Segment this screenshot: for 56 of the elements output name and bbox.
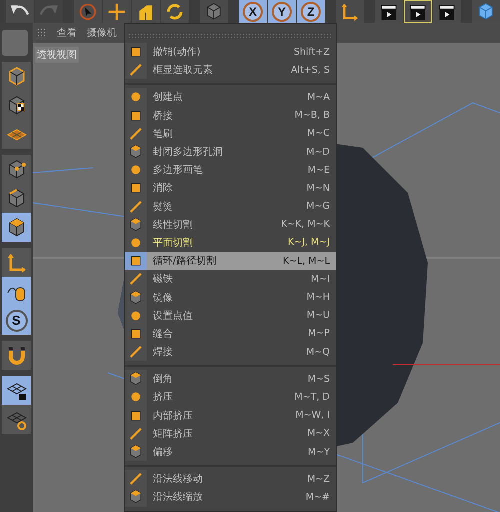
menu-item[interactable]: 偏移 M~Y bbox=[125, 442, 336, 462]
axis-icon bbox=[340, 2, 360, 22]
menu-item[interactable]: 循环/路径切割 K~L, M~L bbox=[125, 252, 336, 270]
cube-icon bbox=[204, 2, 224, 22]
rotate-icon bbox=[165, 2, 185, 22]
menu-item[interactable]: 创建点 M~A bbox=[125, 88, 336, 107]
menu-item[interactable]: 封闭多边形孔洞 M~D bbox=[125, 142, 336, 162]
cube-icon bbox=[128, 216, 144, 233]
cube-icon bbox=[476, 2, 496, 22]
toolbar-button[interactable]: Y bbox=[268, 0, 296, 23]
toolbar-button[interactable] bbox=[404, 0, 432, 23]
menu-item[interactable]: 桥接 M~B, B bbox=[125, 106, 336, 125]
cube-icon bbox=[128, 444, 144, 460]
menu-item[interactable]: 线性切割 K~K, M~K bbox=[125, 216, 336, 234]
toolbar-button[interactable] bbox=[375, 0, 403, 23]
menu-item[interactable]: 笔刷 M~C bbox=[125, 124, 336, 143]
menu-item[interactable]: 框显选取元素 Alt+S, S bbox=[125, 61, 336, 80]
move-icon bbox=[107, 2, 127, 22]
cube-icon bbox=[128, 371, 144, 388]
menu-item[interactable]: 多边形画笔 M~E bbox=[125, 161, 336, 180]
sidebar-button[interactable] bbox=[2, 277, 31, 306]
menu-item[interactable]: 熨烫 M~G bbox=[125, 198, 336, 216]
cube-icon bbox=[128, 290, 144, 306]
toolbar-button[interactable] bbox=[433, 0, 461, 23]
toolbar-button[interactable]: X bbox=[239, 0, 267, 23]
sidebar-button[interactable] bbox=[2, 184, 31, 213]
axis-icon bbox=[6, 252, 28, 274]
menu-item[interactable]: 设置点值 M~U bbox=[125, 306, 336, 325]
menu-item[interactable]: 矩阵挤压 M~X bbox=[125, 424, 336, 443]
menu-item[interactable]: 缝合 M~P bbox=[125, 324, 336, 343]
grip-icon[interactable] bbox=[37, 28, 47, 38]
sidebar-button[interactable] bbox=[2, 155, 31, 184]
viewport-menu[interactable]: 摄像机 bbox=[87, 26, 117, 40]
menu-item[interactable]: 沿法线缩放 M~# bbox=[125, 488, 336, 506]
sidebar-button[interactable]: S bbox=[2, 306, 31, 335]
menu-item[interactable]: 沿法线移动 M~Z bbox=[125, 470, 336, 488]
toolbar-button[interactable] bbox=[6, 0, 34, 23]
sidebar-button[interactable] bbox=[2, 341, 31, 370]
menu-item[interactable]: 磁铁 M~I bbox=[125, 270, 336, 288]
menu-item[interactable]: 倒角 M~S bbox=[125, 370, 336, 388]
menu-item[interactable]: 撤销(动作) Shift+Z bbox=[125, 43, 336, 62]
cube-icon bbox=[128, 144, 144, 160]
cube-icon bbox=[128, 489, 144, 506]
menu-item[interactable]: 消除 M~N bbox=[125, 179, 336, 198]
sidebar-button[interactable] bbox=[2, 405, 31, 434]
menu-item[interactable]: 内部挤压 M~W, I bbox=[125, 406, 336, 425]
sidebar-button[interactable] bbox=[2, 213, 31, 242]
viewport-menu[interactable]: 查看 bbox=[57, 26, 77, 40]
menu-item[interactable]: 挤压 M~T, D bbox=[125, 388, 336, 407]
menu-item[interactable]: 镜像 M~H bbox=[125, 288, 336, 307]
sidebar-button[interactable] bbox=[2, 376, 31, 405]
menu-item[interactable]: 焊接 M~Q bbox=[125, 343, 336, 362]
sidebar-button[interactable] bbox=[2, 62, 31, 91]
menu-item[interactable]: 平面切割 K~J, M~J bbox=[125, 234, 336, 252]
viewport-title: 透视视图 bbox=[35, 47, 79, 63]
toolbar-button[interactable]: Z bbox=[297, 0, 325, 23]
